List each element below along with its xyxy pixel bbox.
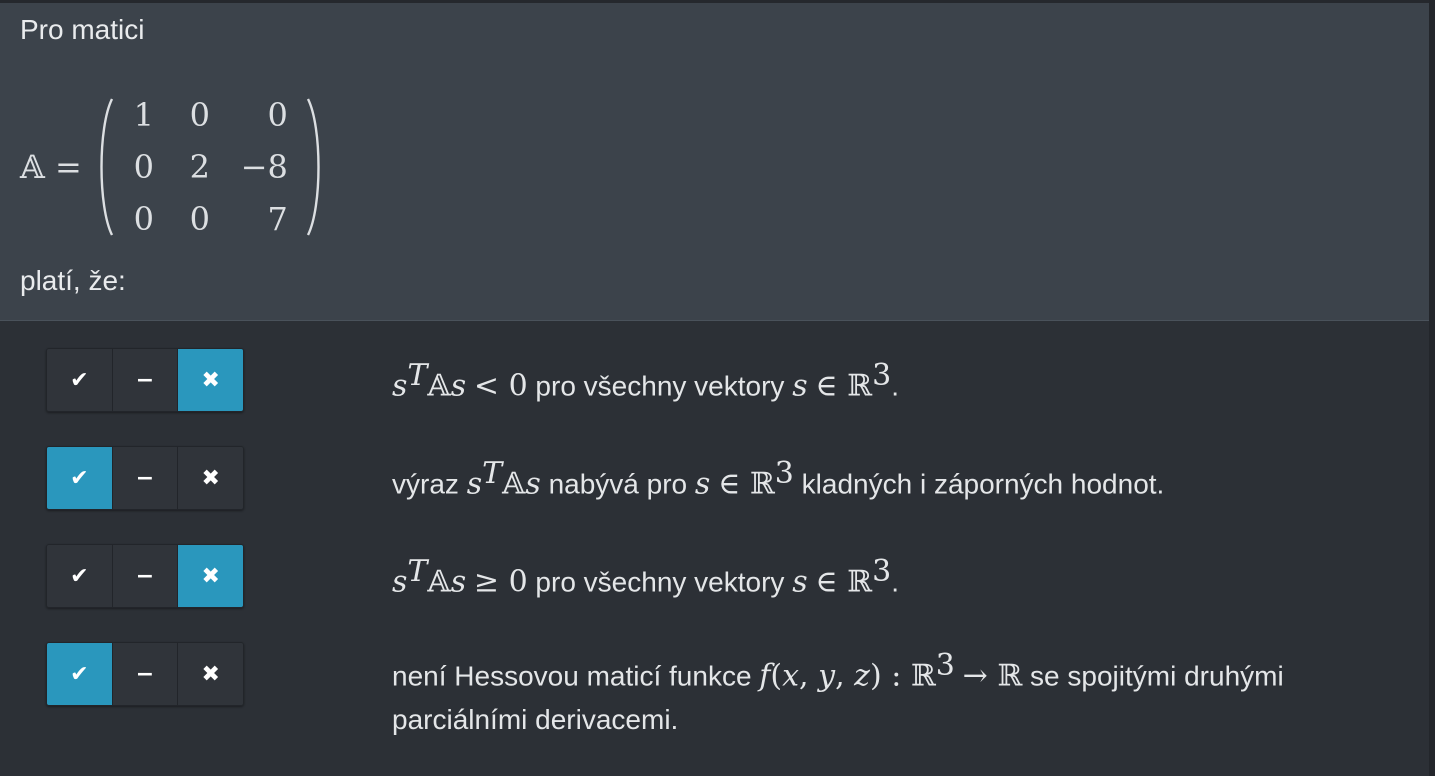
answer-statement: sT𝔸s < 0 pro všechny vektory s ∈ ℝ3. xyxy=(392,358,899,404)
matrix-cell: 0 xyxy=(189,96,210,134)
answer-toggle-group: ✔ − ✖ xyxy=(46,348,244,412)
check-icon: ✔ xyxy=(70,367,89,393)
question-outro: platí, že: xyxy=(20,265,126,296)
neutral-button[interactable]: − xyxy=(112,643,179,705)
cross-icon: ✖ xyxy=(201,563,220,589)
matrix-lhs: 𝔸 = xyxy=(20,148,82,186)
matrix-cell: 7 xyxy=(267,200,288,238)
yes-button[interactable]: ✔ xyxy=(47,545,113,607)
yes-button[interactable]: ✔ xyxy=(47,349,113,411)
yes-button[interactable]: ✔ xyxy=(47,643,113,705)
quiz-question-frame: Pro matici 𝔸 = 1 0 0 0 2 −8 0 0 7 platí,… xyxy=(0,0,1435,776)
matrix-equation: 𝔸 = 1 0 0 0 2 −8 0 0 7 xyxy=(20,89,326,245)
answer-toggle-group: ✔ − ✖ xyxy=(46,642,244,706)
right-parenthesis xyxy=(306,97,324,237)
answer-statement: není Hessovou maticí funkce f(x, y, z) :… xyxy=(392,648,1284,736)
cross-icon: ✖ xyxy=(201,661,220,687)
check-icon: ✔ xyxy=(70,563,89,589)
minus-icon: − xyxy=(135,563,155,589)
yes-button[interactable]: ✔ xyxy=(47,447,113,509)
matrix-cell: 0 xyxy=(267,96,288,134)
matrix-cell: 2 xyxy=(189,148,210,186)
cross-icon: ✖ xyxy=(201,465,220,491)
matrix-cell: 1 xyxy=(133,96,154,134)
check-icon: ✔ xyxy=(70,465,89,491)
cross-icon: ✖ xyxy=(201,367,220,393)
minus-icon: − xyxy=(135,661,155,687)
answer-statement: výraz sT𝔸s nabývá pro s ∈ ℝ3 kladných i … xyxy=(392,456,1165,502)
minus-icon: − xyxy=(135,367,155,393)
neutral-button[interactable]: − xyxy=(112,447,179,509)
neutral-button[interactable]: − xyxy=(112,545,179,607)
left-parenthesis xyxy=(96,97,114,237)
neutral-button[interactable]: − xyxy=(112,349,179,411)
answer-toggle-group: ✔ − ✖ xyxy=(46,544,244,608)
matrix-cell: −8 xyxy=(240,148,288,186)
no-button[interactable]: ✖ xyxy=(178,545,243,607)
matrix-grid: 1 0 0 0 2 −8 0 0 7 xyxy=(116,89,304,245)
no-button[interactable]: ✖ xyxy=(178,643,243,705)
question-intro: Pro matici xyxy=(20,14,145,45)
answer-toggle-group: ✔ − ✖ xyxy=(46,446,244,510)
no-button[interactable]: ✖ xyxy=(178,447,243,509)
matrix-cell: 0 xyxy=(133,148,154,186)
matrix-cell: 0 xyxy=(189,200,210,238)
answer-statement: sT𝔸s ≥ 0 pro všechny vektory s ∈ ℝ3. xyxy=(392,554,899,600)
check-icon: ✔ xyxy=(70,661,89,687)
no-button[interactable]: ✖ xyxy=(178,349,243,411)
question-panel: Pro matici 𝔸 = 1 0 0 0 2 −8 0 0 7 platí,… xyxy=(0,3,1429,321)
minus-icon: − xyxy=(135,465,155,491)
matrix-cell: 0 xyxy=(133,200,154,238)
